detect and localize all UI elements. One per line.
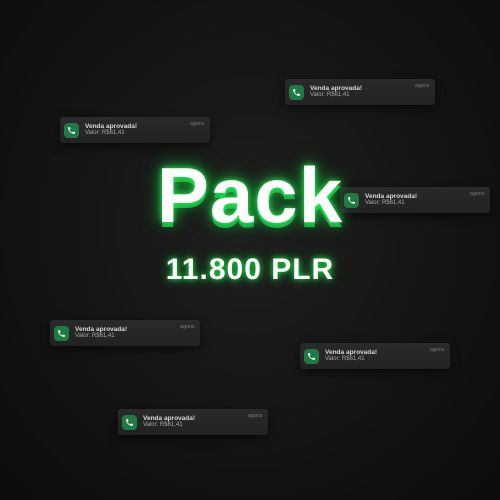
notification-title: Venda aprovada! [143, 414, 196, 422]
phone-icon [304, 348, 319, 364]
notification-card: Venda aprovada! Valor: R$61,41 agora [285, 79, 435, 105]
notification-card: Venda aprovada! Valor: R$61,41 agora [60, 117, 210, 143]
notification-value: Valor: R$61,41 [310, 92, 350, 99]
promo-canvas: Venda aprovada! Valor: R$61,41 agora Ven… [0, 0, 500, 500]
notification-value: Valor: R$61,41 [325, 356, 365, 363]
notification-value: Valor: R$61,41 [75, 333, 115, 340]
notification-time: agora [189, 121, 204, 127]
notification-value: Valor: R$61,41 [143, 422, 183, 429]
notification-card: Venda aprovada! Valor: R$61,41 agora [50, 320, 200, 346]
phone-icon [54, 325, 69, 341]
notification-value: Valor: R$61,41 [85, 130, 125, 137]
headline: Pack [156, 151, 344, 239]
notification-time: agora [179, 324, 194, 330]
notification-time: agora [247, 413, 262, 419]
phone-icon [122, 414, 137, 430]
notification-title: Venda aprovada! [85, 122, 138, 130]
notification-title: Venda aprovada! [310, 84, 363, 92]
notification-card: Venda aprovada! Valor: R$61,41 agora [118, 409, 268, 435]
notification-title: Venda aprovada! [75, 325, 128, 333]
notification-card: Venda aprovada! Valor: R$61,41 agora [300, 343, 450, 369]
notification-time: agora [414, 83, 429, 89]
phone-icon [289, 84, 304, 100]
notification-title: Venda aprovada! [325, 348, 378, 356]
subline: 11.800 PLR [165, 253, 335, 286]
notification-time: agora [429, 347, 444, 353]
phone-icon [64, 122, 79, 138]
